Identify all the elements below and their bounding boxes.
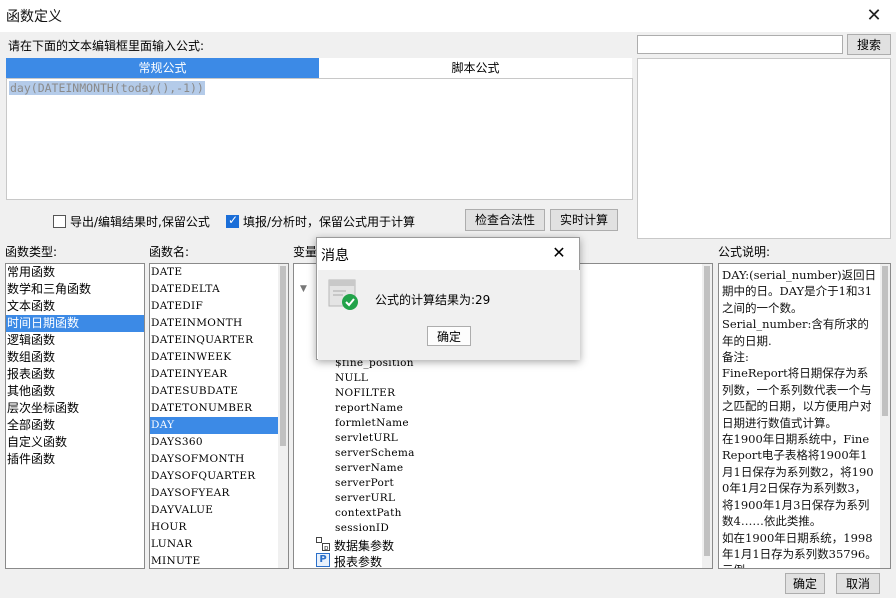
dialog-body: 公式的计算结果为:29 确定 [318, 270, 580, 360]
variable-item[interactable]: sessionID [335, 522, 389, 534]
report-params-icon: P [316, 553, 330, 567]
variable-item[interactable]: serverURL [335, 492, 395, 504]
formula-text[interactable]: day(DATEINMONTH(today(),-1)) [9, 81, 205, 95]
dialog-ok-button[interactable]: 确定 [427, 326, 471, 346]
func-type-item[interactable]: 其他函数 [6, 383, 144, 400]
variable-scrollbar[interactable] [702, 264, 712, 568]
report-params-label[interactable]: 报表参数 [334, 553, 382, 568]
func-name-item[interactable]: DATEINYEAR [150, 366, 279, 383]
func-name-item[interactable]: DAYSOFMONTH [150, 451, 279, 468]
func-name-item[interactable]: DATEINMONTH [150, 315, 279, 332]
variable-item[interactable]: serverName [335, 462, 403, 474]
func-name-item[interactable]: LUNAR [150, 536, 279, 553]
title-bar [0, 0, 896, 32]
func-name-scrollbar[interactable] [278, 264, 288, 568]
func-type-list: 常用函数 数学和三角函数 文本函数 时间日期函数 逻辑函数 数组函数 报表函数 … [5, 263, 145, 569]
func-name-item[interactable]: DATESUBDATE [150, 383, 279, 400]
variable-item[interactable]: serverPort [335, 477, 394, 489]
func-type-item[interactable]: 逻辑函数 [6, 332, 144, 349]
formula-desc-text: DAY:(serial_number)返回日期中的日。DAY是介于1和31之间的… [722, 268, 877, 568]
func-name-label: 函数名: [149, 245, 190, 259]
func-name-item[interactable]: DATEDIF [150, 298, 279, 315]
check-validity-button[interactable]: 检查合法性 [465, 209, 545, 231]
func-type-item-selected[interactable]: 时间日期函数 [6, 315, 144, 332]
prompt-label: 请在下面的文本编辑框里面输入公式: [8, 39, 205, 53]
realtime-compute-button[interactable]: 实时计算 [550, 209, 618, 231]
dataset-params-label[interactable]: 数据集参数 [334, 537, 394, 554]
formula-editor[interactable]: day(DATEINMONTH(today(),-1)) [6, 78, 633, 200]
dataset-params-icon: p [316, 537, 330, 552]
func-name-item[interactable]: DAYSOFQUARTER [150, 468, 279, 485]
ok-button[interactable]: 确定 [785, 573, 825, 594]
func-type-label: 函数类型: [5, 245, 58, 259]
func-type-item[interactable]: 文本函数 [6, 298, 144, 315]
tab-regular-formula[interactable]: 常规公式 [6, 58, 319, 78]
func-type-item[interactable]: 层次坐标函数 [6, 400, 144, 417]
func-type-item[interactable]: 数组函数 [6, 349, 144, 366]
close-icon[interactable]: ✕ [862, 4, 886, 28]
func-type-item[interactable]: 常用函数 [6, 264, 144, 281]
func-name-item[interactable]: DAYS360 [150, 434, 279, 451]
formula-desc-panel: DAY:(serial_number)返回日期中的日。DAY是介于1和31之间的… [718, 263, 891, 569]
message-dialog: 消息 ✕ 公式的计算结果为:29 确定 [316, 237, 580, 360]
keep-formula-export-label: 导出/编辑结果时,保留公式 [70, 215, 210, 229]
func-name-item[interactable]: HOUR [150, 519, 279, 536]
desc-scroll-thumb[interactable] [882, 266, 888, 416]
formula-desc-label: 公式说明: [718, 245, 771, 259]
variable-item[interactable]: serverSchema [335, 447, 415, 459]
variable-item[interactable]: reportName [335, 402, 403, 414]
search-results-panel [637, 58, 891, 239]
search-button[interactable]: 搜索 [847, 34, 891, 55]
func-name-item[interactable]: DAYVALUE [150, 502, 279, 519]
desc-scrollbar[interactable] [880, 264, 890, 568]
func-name-item[interactable]: DATETONUMBER [150, 400, 279, 417]
func-type-item[interactable]: 自定义函数 [6, 434, 144, 451]
variable-scroll-thumb[interactable] [704, 266, 710, 556]
func-type-item[interactable]: 插件函数 [6, 451, 144, 468]
variable-item[interactable]: servletURL [335, 432, 398, 444]
variable-item[interactable]: contextPath [335, 507, 402, 519]
tab-script-formula[interactable]: 脚本公式 [319, 58, 632, 78]
dialog-title: 消息 [321, 248, 349, 264]
func-name-item[interactable]: DATEDELTA [150, 281, 279, 298]
dialog-close-icon[interactable]: ✕ [549, 243, 569, 263]
func-name-item[interactable]: DATE [150, 264, 279, 281]
dialog-message: 公式的计算结果为:29 [375, 293, 491, 307]
keep-formula-compute-checkbox[interactable] [226, 213, 239, 228]
variable-label: 变量 [293, 245, 318, 259]
expand-arrow-icon[interactable]: ▼ [300, 284, 307, 294]
variable-item[interactable]: NULL [335, 372, 368, 384]
window-title: 函数定义 [6, 9, 62, 25]
func-name-item[interactable]: DATEINWEEK [150, 349, 279, 366]
func-name-item-selected[interactable]: DAY [150, 417, 279, 434]
func-name-scroll-thumb[interactable] [280, 266, 286, 446]
func-name-item[interactable]: DAYSOFYEAR [150, 485, 279, 502]
func-name-list: DATE DATEDELTA DATEDIF DATEINMONTH DATEI… [149, 263, 289, 569]
func-name-item[interactable]: MINUTE [150, 553, 279, 568]
success-icon [328, 279, 360, 311]
func-name-item[interactable]: DATEINQUARTER [150, 332, 279, 349]
func-type-item[interactable]: 报表函数 [6, 366, 144, 383]
cancel-button[interactable]: 取消 [836, 573, 880, 594]
variable-item[interactable]: NOFILTER [335, 387, 395, 399]
variable-item[interactable]: formletName [335, 417, 409, 429]
func-type-item[interactable]: 数学和三角函数 [6, 281, 144, 298]
svg-text:p: p [324, 544, 329, 551]
keep-formula-export-checkbox[interactable] [53, 215, 66, 228]
func-type-item[interactable]: 全部函数 [6, 417, 144, 434]
search-input[interactable] [637, 35, 843, 54]
keep-formula-compute-label: 填报/分析时，保留公式用于计算 [243, 215, 416, 229]
